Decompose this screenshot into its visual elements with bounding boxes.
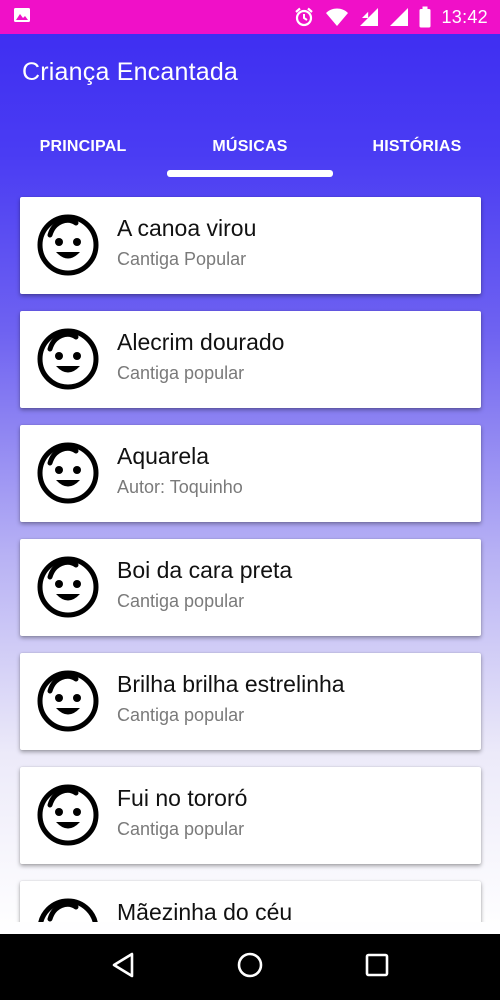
song-list[interactable]: A canoa virou Cantiga Popular Alecrim do… bbox=[0, 180, 500, 922]
song-subtitle: Cantiga popular bbox=[117, 363, 245, 383]
recents-icon bbox=[364, 952, 390, 983]
status-bar: ◢ 13:42 bbox=[0, 0, 500, 34]
song-title: Fui no tororó bbox=[117, 785, 248, 811]
baby-face-icon bbox=[36, 441, 100, 505]
song-subtitle: Cantiga popular bbox=[117, 591, 245, 611]
home-button[interactable] bbox=[230, 947, 270, 987]
back-icon bbox=[110, 951, 136, 984]
song-card[interactable]: A canoa virou Cantiga Popular bbox=[20, 197, 481, 294]
song-title: Mãezinha do céu bbox=[117, 899, 293, 922]
song-card[interactable]: Aquarela Autor: Toquinho bbox=[20, 425, 481, 522]
song-card[interactable]: Mãezinha do céu bbox=[20, 881, 481, 922]
status-left bbox=[12, 5, 32, 30]
baby-face-icon bbox=[36, 555, 100, 619]
song-card[interactable]: Fui no tororó Cantiga popular bbox=[20, 767, 481, 864]
tab-principal[interactable]: PRINCIPAL bbox=[0, 124, 166, 170]
tab-bar: PRINCIPAL MÚSICAS HISTÓRIAS bbox=[0, 124, 500, 180]
home-icon bbox=[236, 951, 264, 984]
tab-musicas[interactable]: MÚSICAS bbox=[167, 124, 333, 170]
song-subtitle: Cantiga popular bbox=[117, 819, 245, 839]
baby-face-icon bbox=[36, 897, 100, 922]
song-subtitle: Autor: Toquinho bbox=[117, 477, 243, 497]
baby-face-icon bbox=[36, 213, 100, 277]
song-card[interactable]: Brilha brilha estrelinha Cantiga popular bbox=[20, 653, 481, 750]
nav-bar bbox=[0, 934, 500, 1000]
song-subtitle: Cantiga Popular bbox=[117, 249, 247, 269]
song-card[interactable]: Boi da cara preta Cantiga popular bbox=[20, 539, 481, 636]
back-button[interactable] bbox=[103, 947, 143, 987]
signal-icon: ◢ bbox=[359, 7, 379, 27]
recents-button[interactable] bbox=[357, 947, 397, 987]
song-title: Aquarela bbox=[117, 443, 210, 469]
status-time: 13:42 bbox=[441, 6, 488, 27]
song-card[interactable]: Alecrim dourado Cantiga popular bbox=[20, 311, 481, 408]
song-title: A canoa virou bbox=[117, 215, 257, 241]
battery-icon bbox=[419, 6, 431, 28]
song-title: Brilha brilha estrelinha bbox=[117, 671, 345, 697]
song-subtitle: Cantiga popular bbox=[117, 705, 245, 725]
song-title: Boi da cara preta bbox=[117, 557, 293, 583]
baby-face-icon bbox=[36, 783, 100, 847]
wifi-icon bbox=[325, 7, 349, 27]
signal-icon bbox=[389, 7, 409, 27]
song-title: Alecrim dourado bbox=[117, 329, 285, 355]
alarm-icon bbox=[293, 6, 315, 28]
tab-historias[interactable]: HISTÓRIAS bbox=[334, 124, 500, 170]
tab-indicator bbox=[167, 170, 333, 177]
app-title: Criança Encantada bbox=[22, 58, 239, 86]
baby-face-icon bbox=[36, 669, 100, 733]
status-right: ◢ 13:42 bbox=[293, 6, 488, 28]
baby-face-icon bbox=[36, 327, 100, 391]
svg-text:◢: ◢ bbox=[362, 10, 369, 19]
image-icon bbox=[12, 5, 32, 30]
